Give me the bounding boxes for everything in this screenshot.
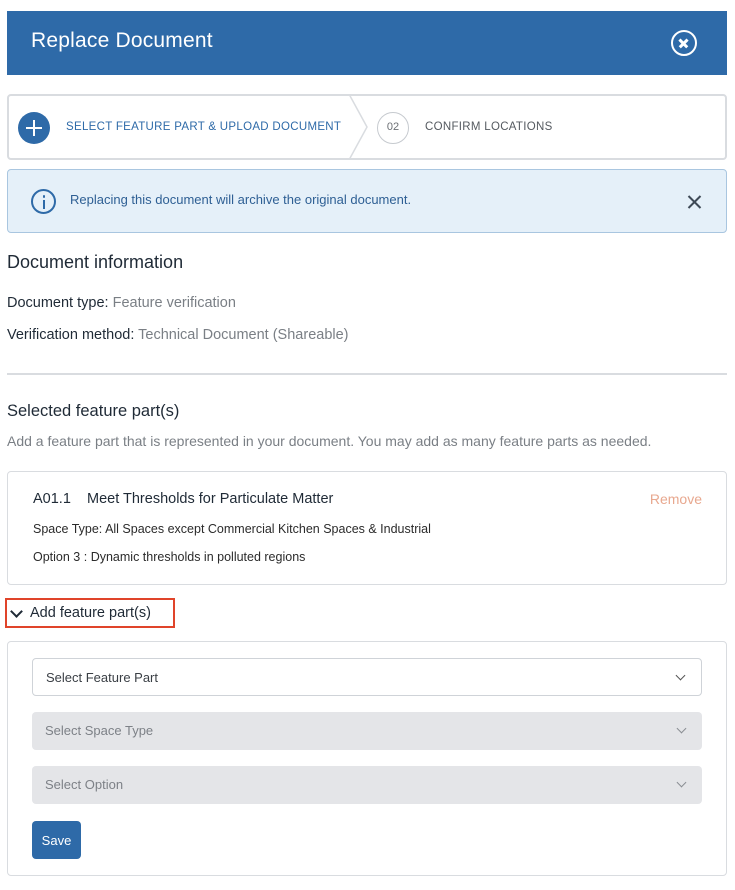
chevron-down-icon — [10, 605, 23, 618]
document-type-value: Feature verification — [112, 295, 236, 311]
feature-part-select[interactable]: Select Feature Part — [32, 658, 702, 696]
feature-space-type: Space Type: All Spaces except Commercial… — [33, 522, 431, 536]
verification-method: Verification method: Technical Document … — [7, 327, 349, 343]
step-2-label[interactable]: CONFIRM LOCATIONS — [425, 121, 553, 133]
chevron-down-icon — [675, 670, 686, 681]
space-type-placeholder: Select Space Type — [45, 723, 154, 738]
feature-card: A01.1 Meet Thresholds for Particulate Ma… — [7, 471, 727, 585]
alert-close-icon[interactable] — [687, 195, 701, 209]
modal-title: Replace Document — [31, 29, 213, 52]
step-1-label: SELECT FEATURE PART & UPLOAD DOCUMENT — [66, 121, 342, 133]
info-icon — [31, 189, 56, 214]
add-feature-toggle[interactable]: Add feature part(s) — [5, 598, 175, 628]
chevron-down-icon — [676, 723, 687, 734]
feature-name: Meet Thresholds for Particulate Matter — [87, 491, 334, 507]
option-value: : Dynamic thresholds in polluted regions — [83, 550, 306, 564]
space-type-select[interactable]: Select Space Type — [32, 712, 702, 750]
save-button[interactable]: Save — [32, 821, 81, 859]
stepper: SELECT FEATURE PART & UPLOAD DOCUMENT 02… — [7, 94, 727, 160]
step-2-number[interactable]: 02 — [377, 112, 409, 144]
verification-method-value: Technical Document (Shareable) — [138, 327, 349, 343]
option-placeholder: Select Option — [45, 777, 124, 792]
document-type: Document type: Feature verification — [7, 295, 236, 311]
document-type-label: Document type: — [7, 295, 109, 311]
selected-features-heading: Selected feature part(s) — [7, 402, 180, 420]
close-icon[interactable] — [671, 30, 697, 56]
step-divider-chevron — [348, 94, 368, 160]
modal-header: Replace Document — [7, 11, 727, 75]
remove-feature-button[interactable]: Remove — [650, 491, 702, 507]
feature-option: Option 3 : Dynamic thresholds in pollute… — [33, 550, 305, 564]
document-info-heading: Document information — [7, 252, 184, 272]
chevron-down-icon — [676, 777, 687, 788]
divider — [7, 373, 727, 375]
option-label: Option 3 — [33, 550, 81, 564]
space-type-label: Space Type: — [33, 522, 103, 536]
add-feature-label: Add feature part(s) — [30, 605, 151, 621]
feature-code: A01.1 — [33, 491, 71, 507]
alert-message: Replacing this document will archive the… — [70, 192, 412, 207]
feature-part-placeholder: Select Feature Part — [46, 670, 158, 685]
info-alert: Replacing this document will archive the… — [7, 169, 727, 233]
plus-icon — [18, 112, 50, 144]
selected-features-description: Add a feature part that is represented i… — [7, 433, 652, 449]
verification-method-label: Verification method: — [7, 327, 135, 343]
space-type-value: All Spaces except Commercial Kitchen Spa… — [105, 522, 431, 536]
option-select[interactable]: Select Option — [32, 766, 702, 804]
add-feature-form: Select Feature Part Select Space Type Se… — [7, 641, 727, 876]
